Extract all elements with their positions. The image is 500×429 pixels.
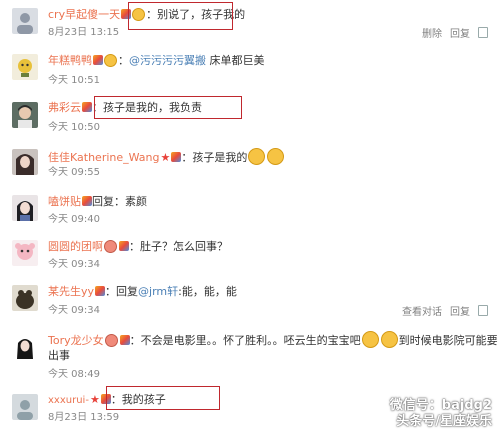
comment-row: 弗彩云 ：孩子是我的，我负责 今天 10:50 (0, 91, 500, 140)
like-icon[interactable] (478, 305, 488, 316)
commenter-name[interactable]: 弗彩云 (48, 101, 81, 114)
red-emoji-icon (104, 334, 118, 347)
highlight-box (128, 2, 233, 30)
comment-time: 今天 10:50 (48, 122, 100, 133)
commenter-name[interactable]: Tory龙少女 (48, 334, 104, 347)
comment-row: 佳佳Katherine_Wang★ ：孩子是我的 今天 09:55 (0, 139, 500, 187)
comment-time: 今天 10:51 (48, 75, 100, 86)
comment-row: 圆圆的团啊 ：肚子？怎么回事？ 今天 09:34 (0, 231, 500, 276)
avatar[interactable] (12, 240, 38, 266)
avatar[interactable] (12, 54, 38, 80)
comment-time: 今天 09:40 (48, 214, 100, 225)
star-badge-icon: ★ (160, 151, 171, 164)
highlight-box (106, 386, 220, 410)
delete-button[interactable]: 删除 (422, 29, 442, 40)
red-emoji-icon (104, 240, 117, 253)
comment-time: 今天 09:34 (48, 259, 100, 270)
sweat-emoji-icon (361, 331, 379, 348)
comment-row: 某先生yy ：回复@jrm轩:能，能，能 今天 09:34 查看对话 回复 (0, 275, 500, 323)
commenter-name[interactable]: cry早起傻一天 (48, 8, 120, 21)
vip-badge-icon (82, 196, 92, 206)
comment-text: ：肚子？怎么回事？ (129, 240, 228, 253)
comment-text-continued: 到时候电影院可能要 (398, 334, 498, 347)
watermark-line2: 头条号/星座娱乐 (396, 414, 492, 429)
comment-prefix: ：回复 (105, 285, 139, 298)
vip-badge-icon (95, 286, 106, 296)
reply-button[interactable]: 回复 (450, 29, 470, 40)
commenter-name[interactable]: 嗑饼贴 (48, 195, 81, 208)
cat-emoji-icon (267, 148, 285, 165)
comment-time: 今天 09:34 (48, 305, 100, 316)
avatar[interactable] (12, 195, 38, 221)
comment-row: 嗑饼贴 回复：素颜 今天 09:40 (0, 186, 500, 232)
avatar[interactable] (12, 149, 38, 175)
comment-time: 8月23日 13:15 (48, 27, 120, 38)
comment-row: Tory龙少女 ：不会是电影里。。怀了胜利。。呸云生的宝宝吧 到时候电影院可能要 出… (0, 322, 500, 386)
comment-text-line2: 出事 (48, 349, 70, 362)
comment-time: 8月23日 13:59 (48, 412, 120, 423)
avatar[interactable] (12, 102, 38, 128)
like-icon[interactable] (478, 27, 488, 38)
separator-colon: ： (181, 151, 193, 164)
comment-text: 床单都巨美 (206, 54, 265, 67)
vip-badge-icon (82, 102, 92, 112)
vip-badge-icon (93, 55, 103, 65)
mention-link[interactable]: @污污污污翼搬 (129, 54, 206, 67)
view-conversation-button[interactable]: 查看对话 (402, 307, 442, 318)
avatar[interactable] (12, 285, 38, 311)
separator-colon: ： (118, 54, 129, 67)
comment-feed: cry早起傻一天 ：别说了，孩子我的 8月23日 13:15 删除 回复 年糕鸭鸭 ：… (0, 0, 500, 429)
comment-row: cry早起傻一天 ：别说了，孩子我的 8月23日 13:15 删除 回复 (0, 0, 500, 45)
comment-text: 回复：素颜 (92, 195, 147, 208)
sweat-emoji-icon (380, 331, 398, 348)
vip-badge-icon (171, 152, 182, 162)
avatar[interactable] (12, 394, 38, 420)
comment-time: 今天 08:49 (48, 369, 100, 380)
commenter-name[interactable]: 圆圆的团啊 (48, 240, 103, 253)
commenter-name[interactable]: xxxurui- (48, 395, 89, 406)
cat-emoji-icon (248, 148, 266, 165)
commenter-name[interactable]: 年糕鸭鸭 (48, 54, 92, 67)
mention-link[interactable]: @jrm轩 (138, 285, 178, 298)
avatar[interactable] (12, 333, 38, 359)
comment-row: 年糕鸭鸭 ：@污污污污翼搬 床单都巨美 今天 10:51 (0, 44, 500, 92)
vip-badge-icon (119, 335, 130, 345)
comment-time: 今天 09:55 (48, 167, 100, 178)
comment-text: ：不会是电影里。。怀了胜利。。呸云生的宝宝吧 (129, 334, 361, 347)
commenter-name[interactable]: 某先生yy (48, 285, 94, 298)
face-emoji-icon (104, 54, 117, 67)
reply-button[interactable]: 回复 (450, 307, 470, 318)
highlight-box (94, 96, 242, 119)
comment-text: :能，能，能 (178, 285, 237, 298)
avatar[interactable] (12, 8, 38, 34)
commenter-name[interactable]: 佳佳Katherine_Wang (48, 151, 160, 164)
comment-actions: 查看对话 回复 (394, 305, 488, 319)
vip-badge-icon (119, 241, 129, 251)
star-badge-icon: ★ (89, 393, 100, 406)
comment-text: 孩子是我的 (192, 151, 248, 164)
comment-actions: 删除 回复 (414, 27, 488, 41)
